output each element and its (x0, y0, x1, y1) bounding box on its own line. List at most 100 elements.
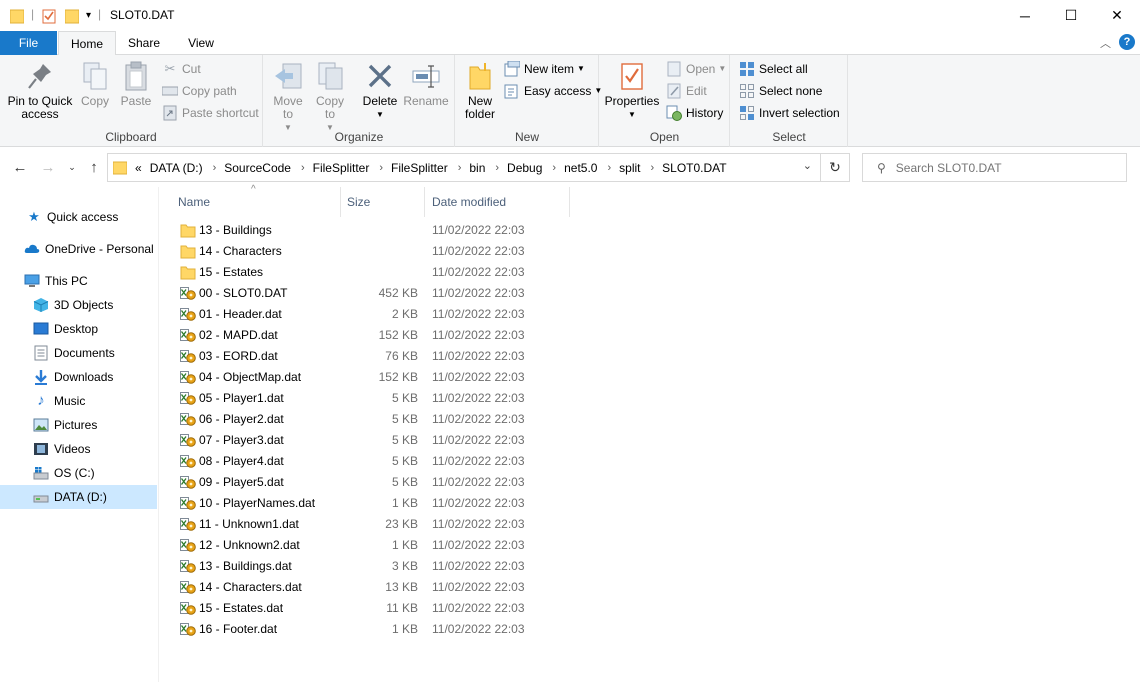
select-none-button[interactable]: Select none (739, 81, 822, 101)
breadcrumb-overflow[interactable]: « (135, 161, 142, 175)
file-name: 13 - Buildings.dat (199, 559, 292, 573)
address-bar[interactable]: « DATA (D:) › SourceCode › FileSplitter › F… (107, 153, 821, 182)
file-row[interactable]: 15 - Estates.dat 11 KB 11/02/2022 22:03 (177, 598, 570, 619)
properties-button[interactable]: Properties ▼ (604, 60, 660, 121)
file-row[interactable]: 03 - EORD.dat 76 KB 11/02/2022 22:03 (177, 346, 570, 367)
new-folder-qa-icon[interactable] (65, 7, 79, 25)
file-row[interactable]: 13 - Buildings 11/02/2022 22:03 (177, 220, 570, 241)
file-row[interactable]: 14 - Characters.dat 13 KB 11/02/2022 22:03 (177, 577, 570, 598)
nav-os-c[interactable]: OS (C:) (33, 461, 95, 485)
collapse-ribbon-icon[interactable]: ︿ (1100, 35, 1111, 51)
file-row[interactable]: 05 - Player1.dat 5 KB 11/02/2022 22:03 (177, 388, 570, 409)
move-to-button[interactable]: Move to ▼ (268, 60, 308, 134)
tab-home[interactable]: Home (58, 31, 116, 56)
maximize-button[interactable]: ☐ (1048, 0, 1094, 31)
breadcrumb-item[interactable]: DATA (D:) (150, 161, 203, 175)
paste-button[interactable]: Paste (116, 60, 156, 108)
up-arrow-icon[interactable]: ↑ (84, 157, 104, 177)
address-history-chevron-icon[interactable]: ⌄ (803, 159, 812, 172)
back-arrow-icon[interactable]: ← (10, 157, 30, 177)
breadcrumb-separator-icon[interactable]: › (213, 162, 217, 174)
tab-view[interactable]: View (178, 31, 224, 55)
properties-qa-icon[interactable] (42, 7, 58, 25)
pin-to-quick-access-button[interactable]: Pin to Quick access (4, 60, 76, 121)
new-folder-button[interactable]: New folder (458, 60, 502, 121)
file-row[interactable]: 08 - Player4.dat 5 KB 11/02/2022 22:03 (177, 451, 570, 472)
file-row[interactable]: 10 - PlayerNames.dat 1 KB 11/02/2022 22:03 (177, 493, 570, 514)
file-date: 11/02/2022 22:03 (432, 433, 525, 447)
minimize-button[interactable]: ─ (1002, 0, 1048, 31)
breadcrumb-separator-icon[interactable]: › (495, 162, 499, 174)
breadcrumb-item[interactable]: bin (469, 161, 485, 175)
select-all-icon (739, 61, 755, 77)
new-item-button[interactable]: New item ▼ (504, 59, 585, 79)
nav-this-pc[interactable]: This PC (24, 269, 88, 293)
copy-path-button[interactable]: Copy path (162, 81, 237, 101)
breadcrumb-item[interactable]: SourceCode (224, 161, 291, 175)
breadcrumb-separator-icon[interactable]: › (379, 162, 383, 174)
breadcrumb-item[interactable]: split (619, 161, 640, 175)
file-row[interactable]: 11 - Unknown1.dat 23 KB 11/02/2022 22:03 (177, 514, 570, 535)
help-icon[interactable]: ? (1119, 34, 1135, 50)
breadcrumb-separator-icon[interactable]: › (650, 162, 654, 174)
delete-button[interactable]: Delete ▼ (360, 60, 400, 121)
copy-button[interactable]: Copy (76, 60, 114, 108)
copy-to-button[interactable]: Copy to ▼ (310, 60, 350, 134)
nav-music[interactable]: ♪ Music (33, 389, 85, 413)
file-row[interactable]: 06 - Player2.dat 5 KB 11/02/2022 22:03 (177, 409, 570, 430)
easy-access-button[interactable]: Easy access ▼ (504, 81, 602, 101)
rename-button[interactable]: Rename (402, 60, 450, 108)
history-button[interactable]: History (666, 103, 723, 123)
column-header-size[interactable]: Size (339, 187, 425, 217)
refresh-icon[interactable]: ↻ (821, 153, 850, 182)
customize-qa-dropdown-icon[interactable]: ▾ (86, 10, 91, 28)
breadcrumb-separator-icon[interactable]: › (607, 162, 611, 174)
file-row[interactable]: 04 - ObjectMap.dat 152 KB 11/02/2022 22:03 (177, 367, 570, 388)
nav-desktop[interactable]: Desktop (33, 317, 98, 341)
paste-shortcut-button[interactable]: Paste shortcut (162, 103, 259, 123)
cut-button[interactable]: ✂ Cut (162, 59, 201, 79)
breadcrumb-separator-icon[interactable]: › (458, 162, 462, 174)
column-header-date[interactable]: Date modified (424, 187, 570, 217)
forward-arrow-icon[interactable]: → (38, 157, 58, 177)
select-all-button[interactable]: Select all (739, 59, 808, 79)
file-row[interactable]: 00 - SLOT0.DAT 452 KB 11/02/2022 22:03 (177, 283, 570, 304)
tab-file[interactable]: File (0, 31, 57, 55)
nav-pictures[interactable]: Pictures (33, 413, 97, 437)
breadcrumb-current[interactable]: SLOT0.DAT (662, 161, 726, 175)
open-button[interactable]: Open ▼ (666, 59, 726, 79)
breadcrumb-item[interactable]: FileSplitter (391, 161, 448, 175)
nav-downloads[interactable]: Downloads (33, 365, 113, 389)
file-row[interactable]: 01 - Header.dat 2 KB 11/02/2022 22:03 (177, 304, 570, 325)
breadcrumb-separator-icon[interactable]: › (552, 162, 556, 174)
nav-onedrive[interactable]: OneDrive - Personal (24, 237, 154, 261)
breadcrumb-item[interactable]: Debug (507, 161, 542, 175)
file-row[interactable]: 16 - Footer.dat 1 KB 11/02/2022 22:03 (177, 619, 570, 640)
edit-button[interactable]: Edit (666, 81, 707, 101)
file-name: 08 - Player4.dat (199, 454, 284, 468)
nav-documents[interactable]: Documents (33, 341, 115, 365)
file-row[interactable]: 09 - Player5.dat 5 KB 11/02/2022 22:03 (177, 472, 570, 493)
breadcrumb-item[interactable]: FileSplitter (313, 161, 370, 175)
file-row[interactable]: 12 - Unknown2.dat 1 KB 11/02/2022 22:03 (177, 535, 570, 556)
breadcrumb-item[interactable]: net5.0 (564, 161, 597, 175)
search-input[interactable] (895, 160, 1096, 175)
file-row[interactable]: 13 - Buildings.dat 3 KB 11/02/2022 22:03 (177, 556, 570, 577)
file-row[interactable]: 15 - Estates 11/02/2022 22:03 (177, 262, 570, 283)
file-date: 11/02/2022 22:03 (432, 349, 525, 363)
file-row[interactable]: 14 - Characters 11/02/2022 22:03 (177, 241, 570, 262)
file-row[interactable]: 07 - Player3.dat 5 KB 11/02/2022 22:03 (177, 430, 570, 451)
recent-locations-chevron-icon[interactable]: ⌄ (62, 157, 82, 177)
breadcrumb-separator-icon[interactable]: › (301, 162, 305, 174)
column-header-name[interactable]: Name (170, 187, 341, 217)
nav-quick-access[interactable]: ★ Quick access (26, 205, 118, 229)
nav-videos[interactable]: Videos (33, 437, 90, 461)
paste-icon (125, 61, 147, 91)
close-button[interactable]: ✕ (1094, 0, 1140, 31)
nav-data-d[interactable]: DATA (D:) (0, 485, 157, 509)
tab-share[interactable]: Share (120, 31, 168, 55)
file-row[interactable]: 02 - MAPD.dat 152 KB 11/02/2022 22:03 (177, 325, 570, 346)
nav-3d-objects[interactable]: 3D Objects (33, 293, 113, 317)
invert-selection-button[interactable]: Invert selection (739, 103, 840, 123)
search-box[interactable]: ⚲ (862, 153, 1127, 182)
